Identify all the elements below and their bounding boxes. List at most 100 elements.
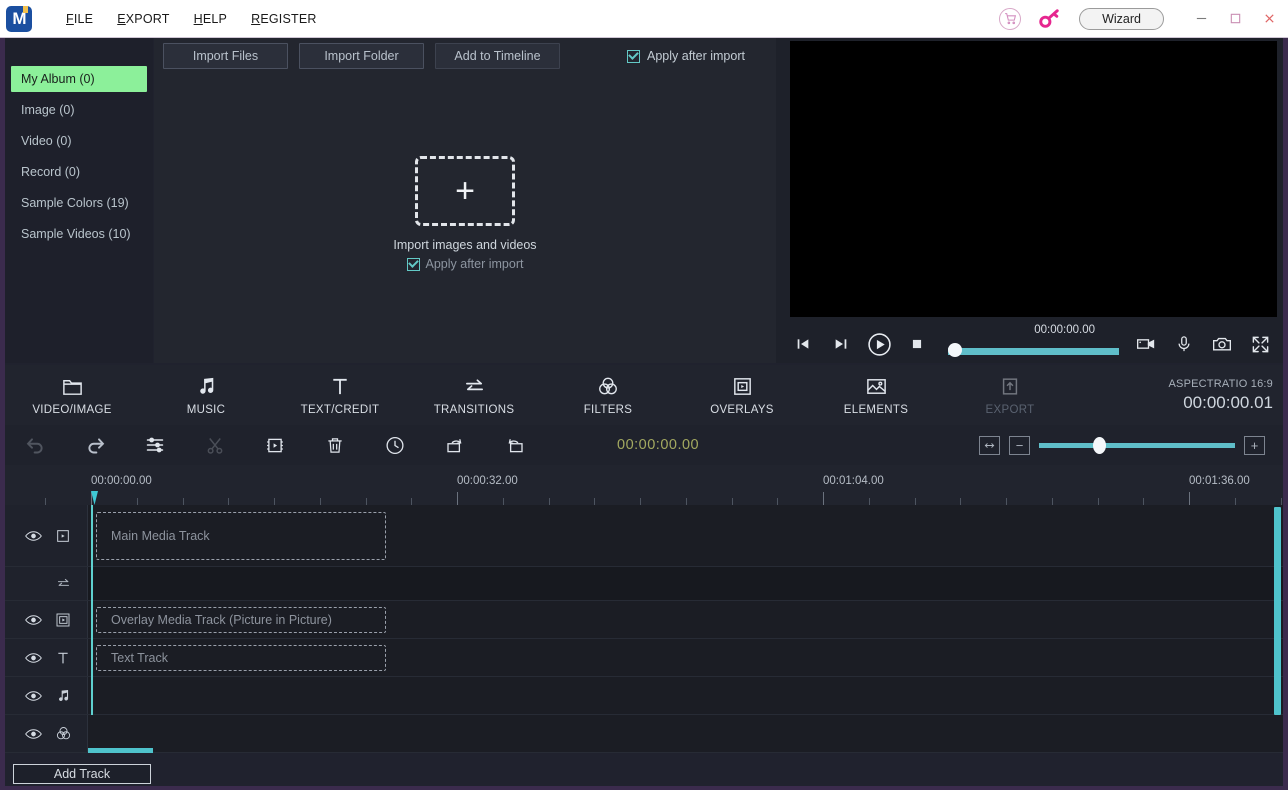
timeline-current-time: 00:00:00.00: [617, 437, 700, 453]
sidebar-item-record[interactable]: Record (0): [11, 159, 147, 185]
sidebar-item-video[interactable]: Video (0): [11, 128, 147, 154]
fullscreen-icon[interactable]: [1241, 326, 1279, 362]
maximize-icon[interactable]: [1218, 2, 1252, 36]
eye-icon[interactable]: [25, 690, 42, 702]
timeline-vertical-scrollbar[interactable]: [1274, 507, 1281, 715]
microphone-icon[interactable]: [1165, 326, 1203, 362]
scissors-icon[interactable]: [185, 425, 245, 465]
minimize-icon[interactable]: [1184, 2, 1218, 36]
ruler-tick-minor: [960, 498, 961, 505]
track-row[interactable]: [5, 567, 1283, 601]
undo-icon[interactable]: [5, 425, 65, 465]
tab-label-video-image: VIDEO/IMAGE: [32, 403, 112, 416]
skip-previous-icon[interactable]: [784, 326, 822, 362]
tab-filters[interactable]: FILTERS: [541, 365, 675, 425]
redo-icon[interactable]: [65, 425, 125, 465]
play-icon[interactable]: [860, 326, 898, 362]
zoom-out-button[interactable]: −: [1009, 435, 1030, 455]
ruler-tick-minor: [320, 498, 321, 505]
eye-icon[interactable]: [25, 614, 42, 626]
camcorder-icon[interactable]: [1127, 326, 1165, 362]
tab-export[interactable]: EXPORT: [943, 365, 1077, 425]
aspect-ratio-label: ASPECTRATIO 16:9: [1168, 377, 1273, 390]
track-body-overlay-media[interactable]: Overlay Media Track (Picture in Picture): [88, 601, 1283, 638]
playhead-line[interactable]: [91, 505, 93, 715]
ruler-tick-minor: [594, 498, 595, 505]
add-track-button[interactable]: Add Track: [13, 764, 151, 784]
overlay-frame-icon[interactable]: [55, 612, 71, 628]
zoom-in-button[interactable]: +: [1244, 435, 1265, 455]
import-files-button[interactable]: Import Files: [163, 43, 288, 69]
video-clip-icon[interactable]: [55, 528, 71, 544]
tab-transitions[interactable]: TRANSITIONS: [407, 365, 541, 425]
dropzone-box[interactable]: +: [415, 156, 515, 226]
plus-icon: +: [455, 172, 475, 210]
menu-item-export[interactable]: EXPORT: [105, 8, 181, 30]
close-icon[interactable]: [1252, 2, 1286, 36]
menu-export-rest: XPORT: [125, 11, 170, 26]
track-row[interactable]: [5, 677, 1283, 715]
menu-item-help[interactable]: HELP: [182, 8, 239, 30]
eye-icon[interactable]: [25, 728, 42, 740]
track-body-music[interactable]: [88, 677, 1283, 714]
stop-icon[interactable]: [898, 326, 936, 362]
sidebar-label-sample-colors: Sample Colors (19): [21, 196, 129, 210]
sidebar-item-image[interactable]: Image (0): [11, 97, 147, 123]
transport-controls: 00:00:00.00: [784, 324, 1279, 362]
timeline-ruler[interactable]: 00:00:00.00 00:00:32.00 00:01:04.00 00:0…: [5, 465, 1283, 505]
track-row[interactable]: [5, 715, 1283, 753]
sidebar-item-sample-colors[interactable]: Sample Colors (19): [11, 190, 147, 216]
skip-next-icon[interactable]: [822, 326, 860, 362]
tab-video-image[interactable]: VIDEO/IMAGE: [5, 365, 139, 425]
track-row[interactable]: Text Track: [5, 639, 1283, 677]
wizard-button[interactable]: Wizard: [1079, 7, 1164, 30]
zoom-slider-knob[interactable]: [1093, 436, 1106, 454]
logo-accent: [23, 5, 28, 13]
settings-sliders-icon[interactable]: [125, 425, 185, 465]
tab-text-credit[interactable]: TEXT/CREDIT: [273, 365, 407, 425]
playhead-marker[interactable]: [91, 491, 98, 505]
rotate-right-icon[interactable]: [485, 425, 545, 465]
timeline-horizontal-scrollbar[interactable]: [88, 748, 153, 753]
key-icon[interactable]: [1037, 8, 1061, 30]
tab-label-filters: FILTERS: [583, 403, 633, 416]
filters-circles-icon[interactable]: [55, 725, 72, 742]
scrubber-track[interactable]: [948, 348, 1119, 355]
tab-elements[interactable]: ELEMENTS: [809, 365, 943, 425]
sidebar-item-sample-videos[interactable]: Sample Videos (10): [11, 221, 147, 247]
dropzone-apply-checkbox[interactable]: Apply after import: [406, 257, 523, 271]
tab-overlays[interactable]: OVERLAYS: [675, 365, 809, 425]
fit-to-window-icon[interactable]: [979, 435, 1000, 455]
sidebar-item-my-album[interactable]: My Album (0): [11, 66, 147, 92]
eye-icon[interactable]: [25, 530, 42, 542]
track-body-filter[interactable]: [88, 715, 1283, 752]
track-body-text[interactable]: Text Track: [88, 639, 1283, 676]
transitions-arrows-icon[interactable]: [55, 576, 72, 591]
track-header-filter: [5, 715, 88, 752]
add-to-timeline-button[interactable]: Add to Timeline: [435, 43, 560, 69]
import-dropzone[interactable]: + Import images and videos Apply after i…: [154, 156, 776, 271]
track-row[interactable]: Main Media Track: [5, 505, 1283, 567]
video-preview-screen[interactable]: [790, 41, 1277, 317]
import-folder-button[interactable]: Import Folder: [299, 43, 424, 69]
clock-icon[interactable]: [365, 425, 425, 465]
track-body-transition[interactable]: [88, 567, 1283, 600]
camera-icon[interactable]: [1203, 326, 1241, 362]
trash-icon[interactable]: [305, 425, 365, 465]
music-note-icon[interactable]: [55, 688, 71, 704]
shopping-cart-icon[interactable]: [999, 7, 1022, 30]
track-body-main-media[interactable]: Main Media Track: [88, 505, 1283, 566]
tab-music[interactable]: MUSIC: [139, 365, 273, 425]
rotate-left-icon[interactable]: [425, 425, 485, 465]
menu-file-rest: ILE: [73, 11, 94, 26]
scrubber-handle[interactable]: [948, 343, 962, 357]
eye-icon[interactable]: [25, 652, 42, 664]
apply-after-import-checkbox[interactable]: Apply after import: [627, 49, 745, 63]
preview-scrubber[interactable]: 00:00:00.00: [948, 324, 1119, 362]
menu-item-file[interactable]: FILE: [54, 8, 105, 30]
menu-item-register[interactable]: REGISTER: [239, 8, 329, 30]
crop-frame-icon[interactable]: [245, 425, 305, 465]
track-row[interactable]: Overlay Media Track (Picture in Picture): [5, 601, 1283, 639]
text-t-icon[interactable]: [55, 650, 71, 666]
timeline-zoom-slider[interactable]: [1039, 436, 1235, 455]
